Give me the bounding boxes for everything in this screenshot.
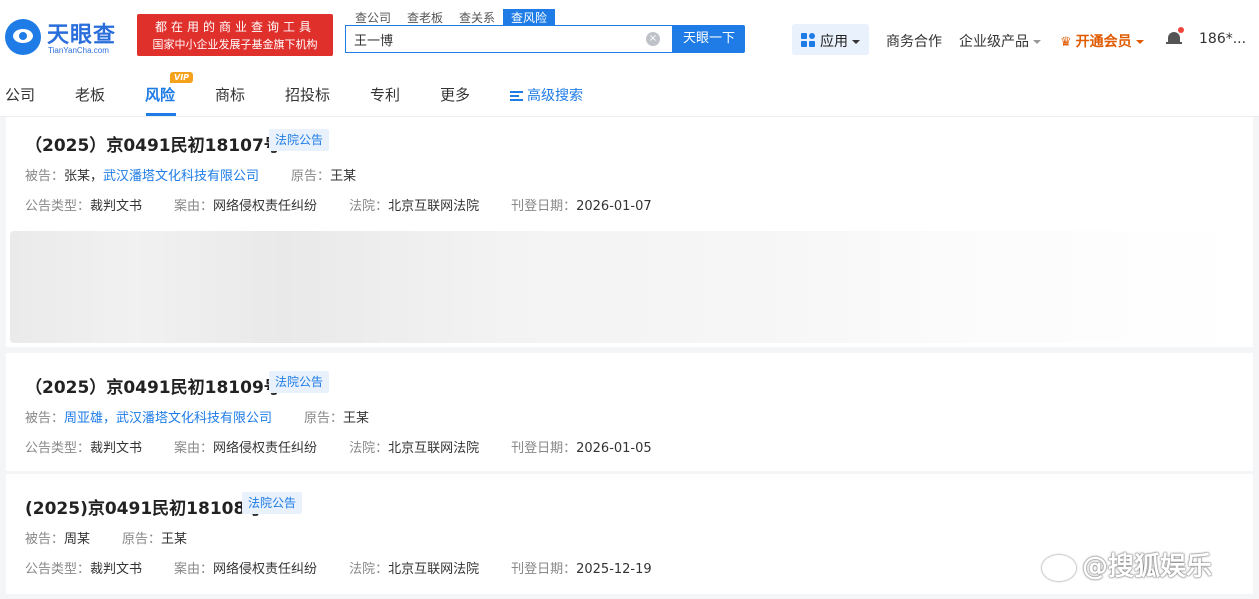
defendant-company-link[interactable]: 周亚雄，武汉潘塔文化科技有限公司 xyxy=(64,411,272,426)
case-cause: 网络侵权责任纠纷 xyxy=(213,441,318,456)
search-box: × xyxy=(345,25,673,53)
defendant-plain: 周某 xyxy=(64,532,91,547)
court-name: 北京互联网法院 xyxy=(388,199,480,214)
filter-icon xyxy=(510,91,523,101)
nav-tab-patent[interactable]: 专利 xyxy=(370,84,400,105)
nav-tab-boss[interactable]: 老板 xyxy=(75,84,105,105)
advanced-search-link[interactable]: 高级搜索 xyxy=(510,85,583,105)
blurred-region xyxy=(6,227,1253,347)
category-nav: 公司 老板 风险 VIP 商标 招投标 专利 更多 高级搜索 xyxy=(0,72,1259,117)
search-type-tabs: 查公司 查老板 查关系 查风险 xyxy=(347,7,556,27)
chevron-down-icon xyxy=(1033,40,1041,44)
weibo-icon xyxy=(1042,554,1076,581)
eye-logo-icon xyxy=(5,19,41,55)
grid-icon xyxy=(801,33,815,47)
case-cause: 网络侵权责任纠纷 xyxy=(213,199,318,214)
open-vip-label: 开通会员 xyxy=(1075,34,1132,50)
nav-tab-more[interactable]: 更多 xyxy=(440,84,470,105)
vip-badge: VIP xyxy=(170,72,194,83)
user-account-menu[interactable]: 186*... xyxy=(1199,31,1246,47)
chevron-down-icon xyxy=(1135,40,1144,44)
notice-type: 裁判文书 xyxy=(90,199,143,214)
open-vip-menu[interactable]: ♛ 开通会员 xyxy=(1060,31,1144,51)
publish-date: 2026-01-05 xyxy=(576,441,652,456)
notification-bell-icon[interactable] xyxy=(1166,27,1184,48)
nav-tab-risk[interactable]: 风险 xyxy=(145,84,175,105)
result-card[interactable]: （2025）京0491民初18107号 法院公告 被告：张某，武汉潘塔文化科技有… xyxy=(6,117,1253,227)
result-card[interactable]: （2025）京0491民初18109号 法院公告 被告：周亚雄，武汉潘塔文化科技… xyxy=(6,353,1253,471)
slogan-banner[interactable]: 都在用的商业查询工具 国家中小企业发展子基金旗下机构 xyxy=(137,14,333,56)
details-row: 公告类型：裁判文书 案由：网络侵权责任纠纷 法院：北京互联网法院 刊登日期：2026-… xyxy=(25,441,652,456)
details-row: 公告类型：裁判文书 案由：网络侵权责任纠纷 法院：北京互联网法院 刊登日期：2026-… xyxy=(25,199,652,214)
apps-button[interactable]: 应用 xyxy=(792,24,869,55)
enterprise-products-label: 企业级产品 xyxy=(959,34,1029,50)
case-number[interactable]: （2025）京0491民初18107号 xyxy=(25,131,281,156)
plaintiff: 王某 xyxy=(343,411,370,426)
watermark-text: @搜狐娱乐 xyxy=(1082,552,1213,582)
advanced-search-label: 高级搜索 xyxy=(527,88,583,104)
crown-icon: ♛ xyxy=(1060,35,1072,50)
court-name: 北京互联网法院 xyxy=(388,441,480,456)
plaintiff: 王某 xyxy=(161,532,188,547)
case-number[interactable]: (2025)京0491民初18108号 xyxy=(25,494,262,519)
apps-label: 应用 xyxy=(820,34,848,50)
notice-type: 裁判文书 xyxy=(90,441,143,456)
court-notice-tag: 法院公告 xyxy=(269,129,330,151)
logo-subtitle: TianYanCha.com xyxy=(48,46,109,55)
case-number[interactable]: （2025）京0491民初18109号 xyxy=(25,373,281,398)
chevron-down-icon xyxy=(852,40,860,44)
tianyancha-logo[interactable]: 天眼查 TianYanCha.com xyxy=(5,17,133,57)
enterprise-products-menu[interactable]: 企业级产品 xyxy=(959,31,1041,51)
nav-tab-bidding[interactable]: 招投标 xyxy=(285,84,330,105)
plaintiff: 王某 xyxy=(330,169,357,184)
slogan-line-2: 国家中小企业发展子基金旗下机构 xyxy=(152,38,318,51)
defendant-plain: 张某， xyxy=(64,169,104,184)
clear-icon[interactable]: × xyxy=(646,32,660,46)
court-name: 北京互联网法院 xyxy=(388,562,480,577)
details-row: 公告类型：裁判文书 案由：网络侵权责任纠纷 法院：北京互联网法院 刊登日期：2025-… xyxy=(25,562,652,577)
publish-date: 2025-12-19 xyxy=(576,562,652,577)
results-area: （2025）京0491民初18107号 法院公告 被告：张某，武汉潘塔文化科技有… xyxy=(0,117,1259,599)
case-cause: 网络侵权责任纠纷 xyxy=(213,562,318,577)
logo-title: 天眼查 xyxy=(47,23,117,48)
user-phone: 186*... xyxy=(1199,31,1247,47)
search-button[interactable]: 天眼一下 xyxy=(673,25,745,53)
sohu-watermark: @搜狐娱乐 xyxy=(1042,546,1212,583)
defendant-company-link[interactable]: 武汉潘塔文化科技有限公司 xyxy=(103,169,259,184)
notification-dot xyxy=(1178,27,1184,33)
publish-date: 2026-01-07 xyxy=(576,199,652,214)
nav-tab-trademark[interactable]: 商标 xyxy=(215,84,245,105)
active-tab-indicator xyxy=(146,113,176,116)
parties-row: 被告：周亚雄，武汉潘塔文化科技有限公司 原告：王某 xyxy=(25,411,370,426)
notice-type: 裁判文书 xyxy=(90,562,143,577)
slogan-line-1: 都在用的商业查询工具 xyxy=(154,20,315,34)
top-header: 天眼查 TianYanCha.com 都在用的商业查询工具 国家中小企业发展子基… xyxy=(0,0,1259,73)
search-input[interactable] xyxy=(354,29,634,49)
parties-row: 被告：张某，武汉潘塔文化科技有限公司 原告：王某 xyxy=(25,169,357,184)
court-notice-tag: 法院公告 xyxy=(269,371,330,393)
parties-row: 被告：周某 原告：王某 xyxy=(25,532,188,547)
court-notice-tag: 法院公告 xyxy=(242,492,303,514)
nav-tab-company[interactable]: 公司 xyxy=(5,84,35,105)
business-cooperation-link[interactable]: 商务合作 xyxy=(886,31,942,51)
